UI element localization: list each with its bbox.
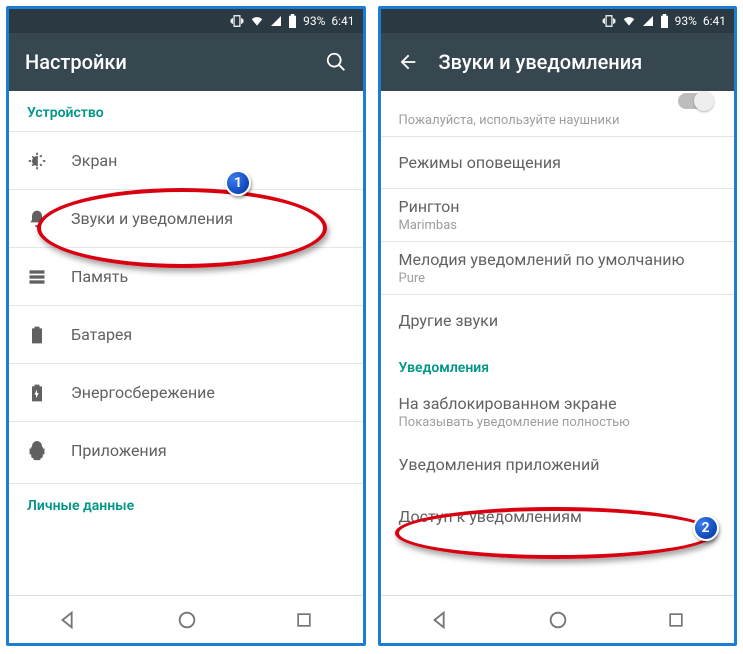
android-icon bbox=[27, 441, 71, 461]
item-sub: Показывать уведомление полностью bbox=[399, 415, 717, 430]
item-label: Уведомления приложений bbox=[399, 455, 717, 474]
item-ringtone[interactable]: Рингтон Marimbas bbox=[381, 188, 735, 241]
vibrate-icon bbox=[602, 14, 616, 28]
storage-icon bbox=[27, 267, 71, 287]
back-icon[interactable] bbox=[397, 51, 419, 73]
item-label: Другие звуки bbox=[399, 311, 717, 330]
item-label: На заблокированном экране bbox=[399, 394, 717, 413]
brightness-icon bbox=[27, 151, 71, 171]
item-label: Режимы оповещения bbox=[399, 153, 717, 172]
nav-bar bbox=[9, 595, 363, 643]
item-sound[interactable]: Звуки и уведомления bbox=[9, 189, 363, 247]
item-alert-modes[interactable]: Режимы оповещения bbox=[381, 136, 735, 188]
nav-bar bbox=[381, 595, 735, 643]
item-sub: Marimbas bbox=[399, 218, 717, 233]
signal-icon bbox=[270, 15, 282, 27]
item-storage[interactable]: Память bbox=[9, 247, 363, 305]
item-sub: Pure bbox=[399, 271, 717, 286]
section-notifications: Уведомления bbox=[381, 346, 735, 386]
item-label: Энергосбережение bbox=[71, 383, 345, 402]
settings-list: Устройство Экран Звуки и уведомления Пам… bbox=[9, 91, 363, 595]
nav-home-icon[interactable] bbox=[176, 609, 198, 631]
nav-back-icon[interactable] bbox=[57, 609, 79, 631]
item-battery[interactable]: Батарея bbox=[9, 305, 363, 363]
clock: 6:41 bbox=[703, 14, 726, 28]
page-title: Настройки bbox=[25, 50, 305, 74]
item-label: Доступ к уведомлениям bbox=[399, 507, 717, 526]
hint-text: Пожалуйста, используйте наушники bbox=[381, 109, 735, 136]
nav-recent-icon[interactable] bbox=[666, 610, 686, 630]
item-other-sounds[interactable]: Другие звуки bbox=[381, 294, 735, 346]
nav-recent-icon[interactable] bbox=[294, 610, 314, 630]
item-powersave[interactable]: Энергосбережение bbox=[9, 363, 363, 421]
battery-icon bbox=[27, 325, 71, 345]
battery-icon bbox=[660, 14, 669, 28]
item-apps[interactable]: Приложения bbox=[9, 421, 363, 479]
search-icon[interactable] bbox=[325, 51, 347, 73]
item-app-notifications[interactable]: Уведомления приложений bbox=[381, 438, 735, 490]
item-display[interactable]: Экран bbox=[9, 131, 363, 189]
battery-percent: 93% bbox=[675, 14, 697, 28]
item-label: Батарея bbox=[71, 325, 345, 344]
item-label: Рингтон bbox=[399, 197, 717, 216]
section-personal: Личные данные bbox=[9, 484, 363, 524]
appbar: Настройки bbox=[9, 33, 363, 91]
item-label: Мелодия уведомлений по умолчанию bbox=[399, 250, 717, 269]
item-notif-access[interactable]: Доступ к уведомлениям bbox=[381, 490, 735, 542]
item-label: Звуки и уведомления bbox=[71, 209, 345, 228]
status-bar: 93% 6:41 bbox=[9, 9, 363, 33]
toggle-stub[interactable] bbox=[678, 93, 712, 109]
nav-home-icon[interactable] bbox=[547, 609, 569, 631]
bell-icon bbox=[27, 209, 71, 229]
status-bar: 93% 6:41 bbox=[381, 9, 735, 33]
appbar: Звуки и уведомления bbox=[381, 33, 735, 91]
battery-percent: 93% bbox=[303, 14, 325, 28]
sound-settings-list: Пожалуйста, используйте наушники Режимы … bbox=[381, 91, 735, 595]
wifi-icon bbox=[622, 14, 636, 28]
item-label: Приложения bbox=[71, 441, 345, 460]
wifi-icon bbox=[250, 14, 264, 28]
battery-icon bbox=[288, 14, 297, 28]
battery-saver-icon bbox=[27, 383, 71, 403]
phone-left: 93% 6:41 Настройки Устройство Экран Звук… bbox=[6, 6, 366, 646]
vibrate-icon bbox=[230, 14, 244, 28]
item-label: Память bbox=[71, 267, 345, 286]
phone-right: 93% 6:41 Звуки и уведомления Пожалуйста,… bbox=[378, 6, 738, 646]
item-lockscreen[interactable]: На заблокированном экране Показывать уве… bbox=[381, 386, 735, 438]
item-notif-sound[interactable]: Мелодия уведомлений по умолчанию Pure bbox=[381, 241, 735, 294]
section-device: Устройство bbox=[9, 91, 363, 131]
item-label: Экран bbox=[71, 151, 345, 170]
signal-icon bbox=[642, 15, 654, 27]
clock: 6:41 bbox=[331, 14, 354, 28]
page-title: Звуки и уведомления bbox=[439, 50, 719, 74]
nav-back-icon[interactable] bbox=[429, 609, 451, 631]
